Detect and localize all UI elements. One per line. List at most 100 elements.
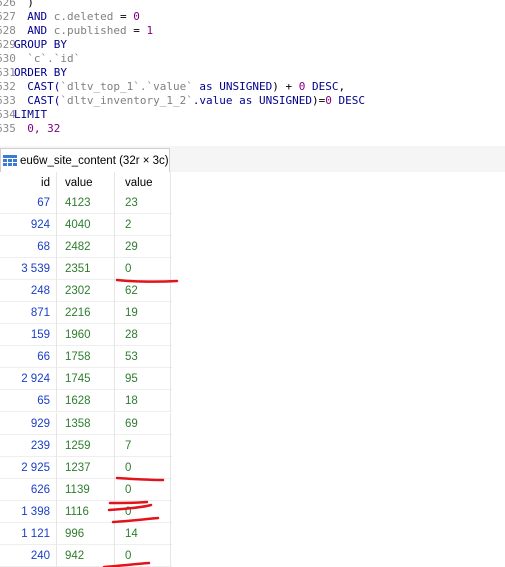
code-line: 632 CAST(`dltv_top_1`.`value` as UNSIGNE… — [0, 80, 345, 94]
cell-value-2[interactable]: 0 — [115, 258, 171, 281]
cell-id[interactable]: 68 — [0, 236, 57, 259]
cell-id[interactable]: 929 — [0, 412, 57, 435]
cell-value[interactable]: 1628 — [57, 390, 115, 413]
table-row[interactable]: 68 2482 29 — [0, 236, 172, 259]
line-number: 633 — [0, 94, 16, 107]
cell-value[interactable]: 1960 — [57, 324, 115, 347]
code-token: DESC — [305, 80, 339, 93]
cell-value[interactable]: 1259 — [57, 434, 115, 457]
table-row[interactable]: 1 398 1116 0 — [0, 500, 172, 523]
cell-value[interactable]: 996 — [57, 522, 115, 545]
cell-value[interactable]: 2482 — [57, 236, 115, 259]
code-token: ORDER BY — [14, 66, 67, 79]
cell-value-2[interactable]: 7 — [115, 434, 171, 457]
table-row[interactable]: 626 1139 0 — [0, 478, 172, 501]
cell-id[interactable]: 1 121 — [0, 522, 57, 545]
cell-id[interactable]: 239 — [0, 434, 57, 457]
table-row[interactable]: 159 1960 28 — [0, 324, 172, 347]
cell-id[interactable]: 65 — [0, 390, 57, 413]
cell-value[interactable]: 1139 — [57, 478, 115, 501]
cell-value[interactable]: 1758 — [57, 346, 115, 369]
code-token: LIMIT — [14, 108, 48, 121]
table-row[interactable]: 1 121 996 14 — [0, 522, 172, 545]
cell-value[interactable]: 4040 — [57, 214, 115, 237]
cell-value[interactable]: 1745 — [57, 368, 115, 391]
cell-id[interactable]: 159 — [0, 324, 57, 347]
code-token: `dltv_top_1`.`value` — [60, 80, 193, 93]
cell-value[interactable]: 2351 — [57, 258, 115, 281]
line-number: 631 — [0, 66, 16, 79]
cell-value[interactable]: 1237 — [57, 456, 115, 479]
table-row[interactable]: 67 4123 23 — [0, 192, 172, 214]
table-row[interactable]: 239 1259 7 — [0, 434, 172, 457]
table-row[interactable]: 240 942 0 — [0, 544, 172, 567]
line-number: 626 — [0, 0, 16, 9]
table-row[interactable]: 3 539 2351 0 — [0, 258, 172, 281]
cell-value[interactable]: 4123 — [57, 192, 115, 214]
code-token: 0 — [133, 10, 140, 23]
cell-id[interactable]: 2 925 — [0, 456, 57, 479]
cell-value[interactable]: 942 — [57, 544, 115, 567]
cell-value-2[interactable]: 14 — [115, 522, 171, 545]
result-grid[interactable]: id value value 67 4123 23 924 4040 2 68 2482 29 3… — [0, 172, 505, 567]
cell-id[interactable]: 3 539 — [0, 258, 57, 281]
table-row[interactable]: 871 2216 19 — [0, 302, 172, 325]
cell-value-2[interactable]: 0 — [115, 544, 171, 567]
line-number: 635 — [0, 122, 16, 135]
cell-value[interactable]: 2216 — [57, 302, 115, 325]
cell-value-2[interactable]: 95 — [115, 368, 171, 391]
code-token: CAST( — [14, 80, 61, 93]
cell-id[interactable]: 248 — [0, 280, 57, 303]
line-number: 628 — [0, 24, 16, 37]
cell-value-2[interactable]: 0 — [115, 500, 171, 523]
cell-value[interactable]: 2302 — [57, 280, 115, 303]
cell-value-2[interactable]: 28 — [115, 324, 171, 347]
line-number: 630 — [0, 52, 16, 65]
column-header-value-2[interactable]: value — [115, 172, 171, 194]
cell-id[interactable]: 1 398 — [0, 500, 57, 523]
grid-header: id value value — [0, 172, 172, 194]
code-line: 633 CAST(`dltv_inventory_1_2`.value as U… — [0, 94, 365, 108]
table-row[interactable]: 65 1628 18 — [0, 390, 172, 413]
table-row[interactable]: 2 924 1745 95 — [0, 368, 172, 391]
cell-id[interactable]: 2 924 — [0, 368, 57, 391]
cell-id[interactable]: 924 — [0, 214, 57, 237]
cell-value[interactable]: 1116 — [57, 500, 115, 523]
table-row[interactable]: 248 2302 62 — [0, 280, 172, 303]
cell-value-2[interactable]: 2 — [115, 214, 171, 237]
cell-value-2[interactable]: 19 — [115, 302, 171, 325]
cell-value-2[interactable]: 69 — [115, 412, 171, 435]
result-tab[interactable]: eu6w_site_content (32r × 3c) — [0, 148, 170, 172]
cell-id[interactable]: 626 — [0, 478, 57, 501]
cell-value-2[interactable]: 23 — [115, 192, 171, 214]
table-row[interactable]: 924 4040 2 — [0, 214, 172, 237]
cell-value-2[interactable]: 29 — [115, 236, 171, 259]
cell-id[interactable]: 66 — [0, 346, 57, 369]
code-line: 626 ) — [0, 0, 34, 10]
cell-value-2[interactable]: 0 — [115, 478, 171, 501]
table-row[interactable]: 2 925 1237 0 — [0, 456, 172, 479]
cell-value[interactable]: 1358 — [57, 412, 115, 435]
code-token: c.deleted — [53, 10, 114, 23]
sql-editor[interactable]: 626 )627 AND c.deleted = 0628 AND c.publ… — [0, 0, 505, 140]
code-token: = — [126, 24, 147, 37]
column-header-value[interactable]: value — [57, 172, 115, 194]
code-token: DESC — [331, 94, 366, 107]
code-token: , — [338, 80, 346, 93]
table-row[interactable]: 66 1758 53 — [0, 346, 172, 369]
code-token: 1 — [146, 24, 154, 37]
code-token: `c`.`id` — [14, 52, 81, 65]
code-token: = — [113, 10, 134, 23]
cell-value-2[interactable]: 62 — [115, 280, 171, 303]
cell-id[interactable]: 871 — [0, 302, 57, 325]
cell-id[interactable]: 67 — [0, 192, 57, 214]
code-token: 0, 32 — [14, 122, 61, 135]
column-header-id[interactable]: id — [0, 172, 57, 194]
cell-value-2[interactable]: 53 — [115, 346, 171, 369]
cell-value-2[interactable]: 18 — [115, 390, 171, 413]
table-row[interactable]: 929 1358 69 — [0, 412, 172, 435]
cell-value-2[interactable]: 0 — [115, 456, 171, 479]
code-token: ) — [14, 0, 34, 9]
cell-id[interactable]: 240 — [0, 544, 57, 567]
line-number: 632 — [0, 80, 16, 93]
